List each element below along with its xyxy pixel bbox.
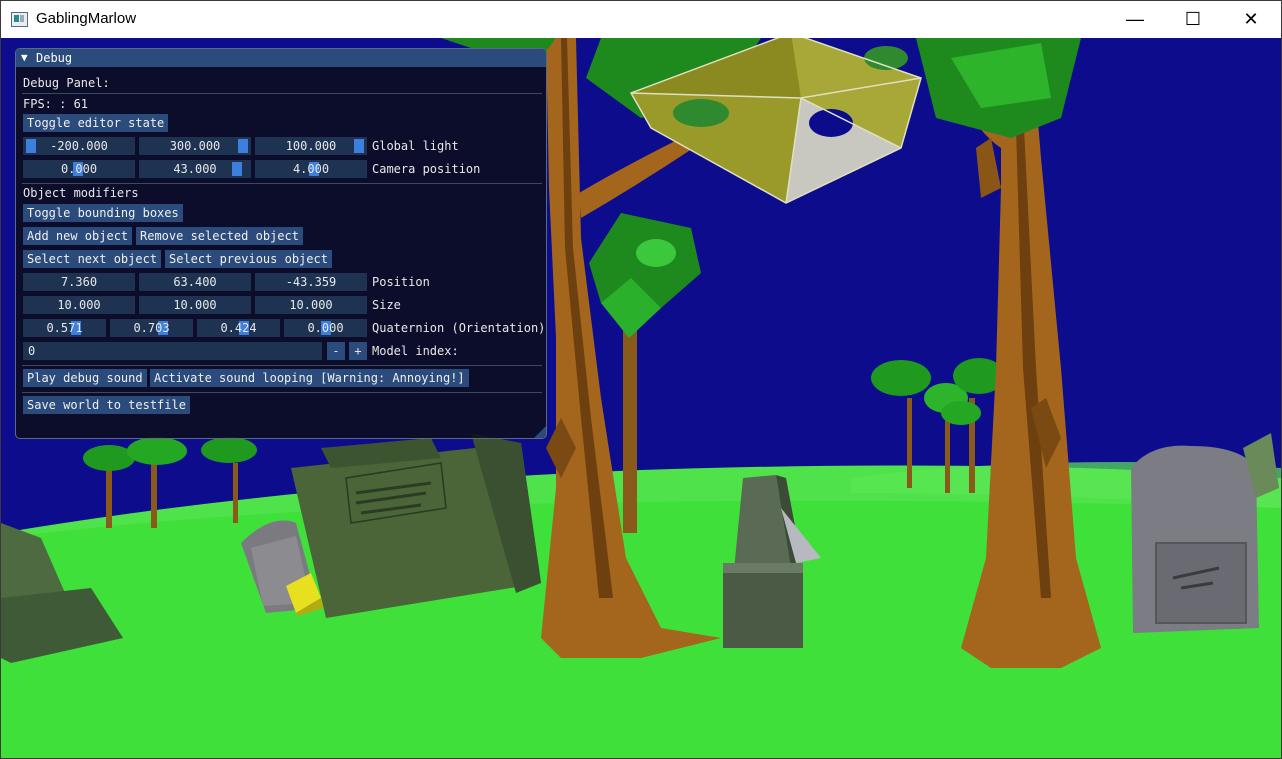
size-y-field[interactable]: 10.000 — [139, 296, 251, 314]
toggle-editor-button[interactable]: Toggle editor state — [23, 114, 169, 132]
global-light-label: Global light — [372, 139, 459, 153]
global-light-y-slider[interactable]: 300.000 — [139, 137, 251, 155]
size-label: Size — [372, 298, 401, 312]
object-modifiers-heading: Object modifiers — [23, 186, 139, 200]
model-index-input[interactable]: 0 — [23, 342, 322, 360]
quaternion-x-slider[interactable]: 0.571 — [23, 319, 106, 337]
camera-y-slider[interactable]: 43.000 — [139, 160, 251, 178]
title-bar[interactable]: GablingMarlow — ☐ ✕ — [1, 1, 1281, 38]
select-next-object-button[interactable]: Select next object — [23, 250, 162, 268]
camera-x-slider[interactable]: 0.000 — [23, 160, 135, 178]
select-previous-object-button[interactable]: Select previous object — [165, 250, 332, 268]
quaternion-y-slider[interactable]: 0.703 — [110, 319, 193, 337]
debug-panel-header[interactable]: ▼ Debug — [16, 49, 546, 67]
save-world-button[interactable]: Save world to testfile — [23, 396, 190, 414]
toggle-bounding-boxes-button[interactable]: Toggle bounding boxes — [23, 204, 183, 222]
separator — [22, 93, 542, 94]
position-z-field[interactable]: -43.359 — [255, 273, 367, 291]
separator — [22, 392, 542, 393]
add-object-button[interactable]: Add new object — [23, 227, 133, 245]
play-debug-sound-button[interactable]: Play debug sound — [23, 369, 147, 387]
model-index-label: Model index: — [372, 344, 459, 358]
separator — [22, 365, 542, 366]
global-light-x-slider[interactable]: -200.000 — [23, 137, 135, 155]
position-label: Position — [372, 275, 430, 289]
quaternion-z-slider[interactable]: 0.424 — [197, 319, 280, 337]
global-light-z-slider[interactable]: 100.000 — [255, 137, 367, 155]
app-icon — [11, 12, 28, 27]
sound-looping-button[interactable]: Activate sound looping [Warning: Annoyin… — [150, 369, 469, 387]
fps-readout: FPS: : 61 — [23, 97, 89, 111]
quaternion-label: Quaternion (Orientation) — [372, 321, 546, 335]
collapse-triangle-icon[interactable]: ▼ — [21, 51, 28, 64]
model-index-decrement-button[interactable]: - — [327, 342, 345, 360]
camera-position-label: Camera position — [372, 162, 481, 176]
minimize-button[interactable]: — — [1106, 1, 1164, 38]
size-x-field[interactable]: 10.000 — [23, 296, 135, 314]
size-z-field[interactable]: 10.000 — [255, 296, 367, 314]
debug-panel-title: Debug — [36, 51, 73, 65]
window-title: GablingMarlow — [36, 10, 137, 27]
debug-panel[interactable]: ▼ Debug Debug Panel: FPS: : 61 Toggle ed… — [15, 48, 547, 439]
debug-panel-label: Debug Panel: — [23, 76, 110, 90]
camera-z-slider[interactable]: 4.000 — [255, 160, 367, 178]
maximize-button[interactable]: ☐ — [1164, 1, 1222, 38]
model-index-increment-button[interactable]: + — [349, 342, 367, 360]
position-x-field[interactable]: 7.360 — [23, 273, 135, 291]
position-y-field[interactable]: 63.400 — [139, 273, 251, 291]
app-window: GablingMarlow — ☐ ✕ ▼ Debug Debug Panel:… — [0, 0, 1282, 759]
remove-object-button[interactable]: Remove selected object — [136, 227, 303, 245]
close-button[interactable]: ✕ — [1222, 1, 1280, 38]
resize-grip[interactable] — [534, 426, 546, 438]
quaternion-w-slider[interactable]: 0.000 — [284, 319, 367, 337]
